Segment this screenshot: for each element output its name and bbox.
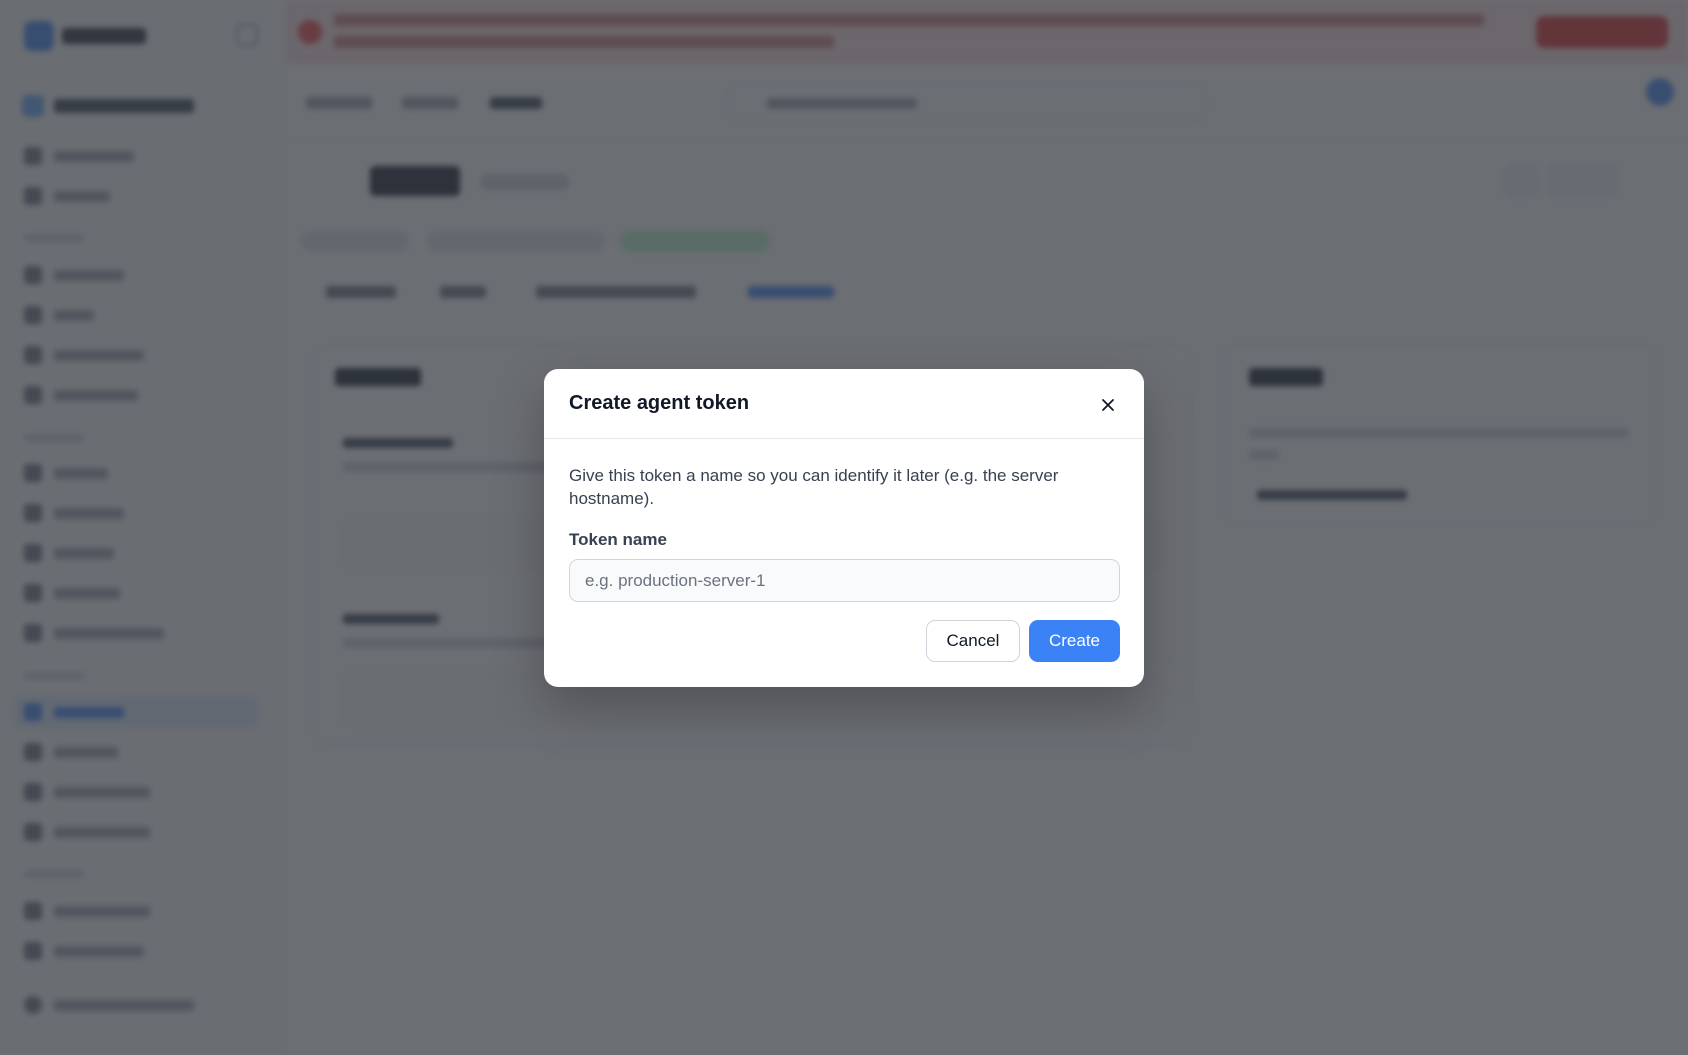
dialog-header: Create agent token: [544, 369, 1144, 439]
dialog-description: Give this token a name so you can identi…: [569, 466, 1059, 508]
cancel-button[interactable]: Cancel: [926, 620, 1020, 662]
dialog-body: Give this token a name so you can identi…: [569, 464, 1119, 510]
close-icon: [1102, 399, 1114, 411]
token-name-label: Token name: [569, 530, 667, 549]
create-button[interactable]: Create: [1029, 620, 1120, 662]
dialog-title: Create agent token: [569, 392, 750, 414]
token-name-input[interactable]: [569, 559, 1120, 602]
create-token-dialog: Create agent token Give this token a nam…: [544, 369, 1144, 687]
close-button[interactable]: [1096, 393, 1120, 417]
